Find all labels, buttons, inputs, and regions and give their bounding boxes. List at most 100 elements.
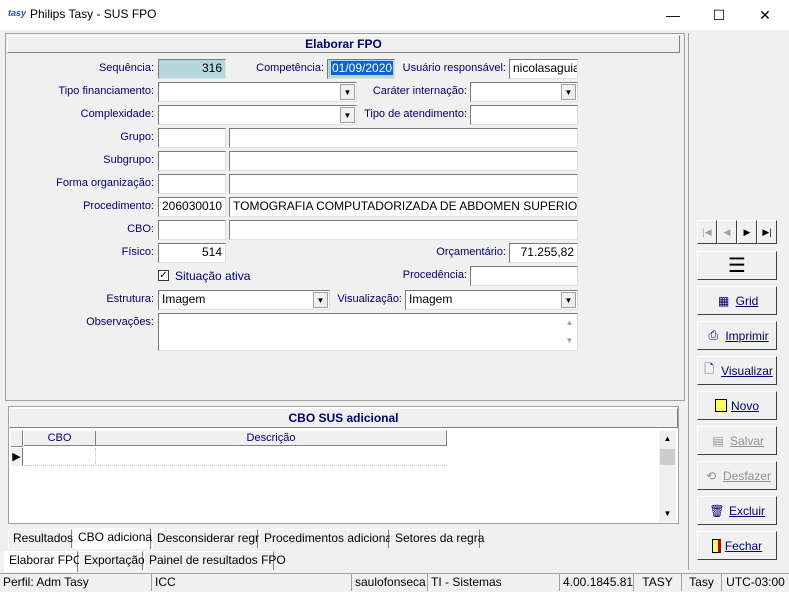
chevron-down-icon[interactable]: ▼ xyxy=(561,84,576,100)
novo-button[interactable]: Novo xyxy=(697,391,777,420)
tab-exportacao[interactable]: Exportação xyxy=(79,551,145,570)
grid-button-label: Grid xyxy=(735,293,759,308)
procedimento-label: Procedimento: xyxy=(83,200,154,212)
subgrupo-label: Subgrupo: xyxy=(103,154,154,166)
nav-last-button[interactable]: ▶| xyxy=(757,220,777,244)
section-title: Elaborar FPO xyxy=(7,35,680,53)
grid-header-descricao[interactable]: Descrição xyxy=(96,431,447,446)
forma-desc-field[interactable] xyxy=(229,174,578,194)
grid-header-cbo[interactable]: CBO xyxy=(24,431,96,446)
procedencia-label: Procedência: xyxy=(402,269,467,281)
excluir-button[interactable]: 🗑 Excluir xyxy=(697,496,777,525)
tab-setores-regra[interactable]: Setores da regra xyxy=(390,529,484,548)
excluir-button-label: Excluir xyxy=(728,503,765,518)
orcamentario-field[interactable]: 71.255,82 xyxy=(509,243,578,263)
grupo-label: Grupo: xyxy=(120,131,154,143)
imprimir-button[interactable]: ⎙ Imprimir xyxy=(697,321,777,350)
nav-first-button[interactable]: |◀ xyxy=(697,220,717,244)
procedencia-field[interactable] xyxy=(470,266,578,286)
menu-button[interactable]: ☰ xyxy=(697,251,777,280)
tab-procedimentos-adicionais[interactable]: Procedimentos adicionais xyxy=(259,529,401,548)
procedimento-desc-field[interactable]: TOMOGRAFIA COMPUTADORIZADA DE ABDOMEN SU… xyxy=(229,197,578,217)
nav-prev-button[interactable]: ◀ xyxy=(717,220,737,244)
status-perfil: Perfil: Adm Tasy xyxy=(0,574,152,591)
cbo-label: CBO: xyxy=(127,223,154,235)
scroll-down-icon[interactable]: ▼ xyxy=(659,506,676,522)
visualizar-button[interactable]: 🗋 Visualizar xyxy=(697,356,777,385)
cbo-desc-field[interactable] xyxy=(229,220,578,240)
fechar-button[interactable]: Fechar xyxy=(697,531,777,560)
visualizacao-select[interactable]: Imagem ▼ xyxy=(405,290,578,310)
nav-next-button[interactable]: ▶ xyxy=(737,220,757,244)
forma-code-field[interactable] xyxy=(158,174,226,194)
carater-select[interactable]: ▼ xyxy=(470,82,578,102)
scroll-thumb[interactable] xyxy=(660,449,675,465)
competencia-field[interactable]: 01/09/2020 xyxy=(327,59,395,79)
tab-cbo-adicional[interactable]: CBO adicional xyxy=(73,528,155,549)
chevron-down-icon[interactable]: ▼ xyxy=(561,292,576,308)
salvar-button-label: Salvar xyxy=(729,433,764,448)
grid-cell-descricao[interactable] xyxy=(96,448,447,466)
scroll-up-icon[interactable]: ▲ xyxy=(659,431,676,447)
competencia-value: 01/09/2020 xyxy=(331,61,394,75)
tab-painel-resultados[interactable]: Painel de resultados FPO xyxy=(144,551,286,570)
visualizacao-label: Visualização: xyxy=(337,293,402,305)
save-icon: ▤ xyxy=(712,433,724,448)
forma-label: Forma organização: xyxy=(56,177,154,189)
status-user: saulofonseca xyxy=(352,574,428,591)
observacoes-textarea[interactable] xyxy=(158,313,578,351)
visualizacao-value: Imagem xyxy=(409,292,453,306)
undo-icon: ⟲ xyxy=(705,468,717,483)
sequencia-field[interactable]: 316 xyxy=(158,59,226,79)
window-title: Philips Tasy - SUS FPO xyxy=(30,7,157,21)
grid-icon: ▦ xyxy=(717,293,730,308)
status-db: TASY xyxy=(634,574,682,591)
tab-desconsiderar-regra[interactable]: Desconsiderar regra xyxy=(152,529,266,548)
situacao-label: Situação ativa xyxy=(175,269,251,283)
grid-scrollbar[interactable]: ▲ ▼ xyxy=(659,431,676,522)
novo-button-label: Novo xyxy=(730,398,759,413)
procedimento-code-field[interactable]: 206030010 xyxy=(158,197,226,217)
complexidade-label: Complexidade: xyxy=(80,108,154,120)
tasy-logo-icon: tasy xyxy=(8,8,27,18)
tab-resultados[interactable]: Resultados xyxy=(8,529,73,548)
grupo-desc-field[interactable] xyxy=(229,128,578,148)
tipo-financiamento-select[interactable]: ▼ xyxy=(158,82,357,102)
grupo-code-field[interactable] xyxy=(158,128,226,148)
fechar-button-label: Fechar xyxy=(724,538,763,553)
tab-elaborar-fpo[interactable]: Elaborar FPO xyxy=(4,551,82,572)
situacao-checkbox[interactable]: ✓ xyxy=(158,270,169,281)
chevron-down-icon[interactable]: ▼ xyxy=(313,292,328,308)
new-document-icon xyxy=(714,399,727,412)
fisico-label: Físico: xyxy=(121,246,154,258)
row-indicator-icon: ▶ xyxy=(11,448,23,466)
grid-cell-cbo[interactable] xyxy=(24,448,96,466)
tipo-financiamento-label: Tipo financiamento: xyxy=(58,85,154,97)
observacoes-scrollbar[interactable]: ▲ ▼ xyxy=(562,314,577,350)
desfazer-button[interactable]: ⟲ Desfazer xyxy=(697,461,777,490)
status-version: 4.00.1845.81 xyxy=(560,574,634,591)
subgrupo-code-field[interactable] xyxy=(158,151,226,171)
cbo-code-field[interactable] xyxy=(158,220,226,240)
complexidade-select[interactable]: ▼ xyxy=(158,105,357,125)
status-app: Tasy xyxy=(682,574,722,591)
usuario-field[interactable]: nicolasaguiar xyxy=(509,59,578,79)
grid-corner xyxy=(11,431,23,447)
tipo-atendimento-field[interactable] xyxy=(470,105,578,125)
chevron-down-icon[interactable]: ▼ xyxy=(340,107,355,123)
minimize-button[interactable]: — xyxy=(650,0,696,30)
exit-door-icon xyxy=(711,538,721,553)
maximize-button[interactable]: ☐ xyxy=(696,0,742,30)
fisico-field[interactable]: 514 xyxy=(158,243,226,263)
status-setor: TI - Sistemas xyxy=(428,574,560,591)
visualizar-button-label: Visualizar xyxy=(721,363,773,378)
close-button[interactable]: ✕ xyxy=(742,0,788,30)
subgrupo-desc-field[interactable] xyxy=(229,151,578,171)
grid-button[interactable]: ▦ Grid xyxy=(697,286,777,315)
chevron-down-icon[interactable]: ▼ xyxy=(340,84,355,100)
estrutura-select[interactable]: Imagem ▼ xyxy=(158,290,330,310)
salvar-button[interactable]: ▤ Salvar xyxy=(697,426,777,455)
desfazer-button-label: Desfazer xyxy=(722,468,772,483)
observacoes-label: Observações: xyxy=(86,316,154,328)
sequencia-label: Sequência: xyxy=(98,62,154,74)
